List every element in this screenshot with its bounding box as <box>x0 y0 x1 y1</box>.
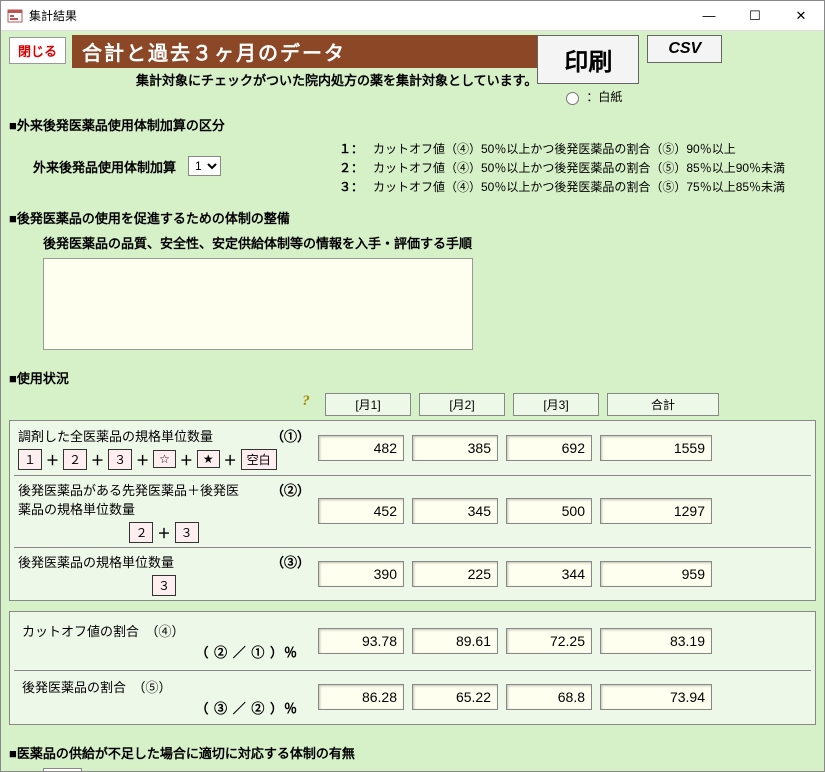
category-box: ３ <box>108 449 132 470</box>
category-box: ２ <box>63 449 87 470</box>
kubun-row-text: カットオフ値（④）50％以上かつ後発医薬品の割合（⑤）90％以上 <box>373 140 736 159</box>
blank-radio-label: ：白紙 <box>586 88 622 105</box>
value-cell[interactable]: 482 <box>318 435 404 461</box>
kubun-row-num: ３： <box>339 178 373 197</box>
category-box: ★ <box>197 450 220 468</box>
ratio-row-1: カットオフ値の割合 （④） （ ② ／ ① ）％ 93.78 89.61 72.… <box>14 616 811 666</box>
ratio-label: 後発医薬品の割合 （⑤） <box>22 677 306 696</box>
value-cell[interactable]: 500 <box>506 498 592 524</box>
minimize-button[interactable]: — <box>686 1 732 31</box>
usage-row-marker: （③） <box>271 552 310 571</box>
kubun-select[interactable]: 1 <box>188 156 221 176</box>
col-head-m2: [月2] <box>419 393 505 416</box>
usage-row-2: 後発医薬品がある先発医薬品＋後発医薬品の規格単位数量 （②） ２＋ ３ 452 … <box>14 475 811 543</box>
usage-row-3: 後発医薬品の規格単位数量 （③） ３ 390 225 344 959 <box>14 547 811 596</box>
ratio-block: カットオフ値の割合 （④） （ ② ／ ① ）％ 93.78 89.61 72.… <box>9 611 816 725</box>
kubun-heading: ■外来後発医薬品使用体制加算の区分 <box>9 115 816 134</box>
value-cell-total[interactable]: 959 <box>600 561 712 587</box>
close-window-button[interactable]: ✕ <box>778 1 824 31</box>
value-cell[interactable]: 390 <box>318 561 404 587</box>
usage-block: 調剤した全医薬品の規格単位数量 （①） １＋ ２＋ ３＋ ☆＋ ★＋ 空白 48… <box>9 420 816 601</box>
ratio-label: カットオフ値の割合 （④） <box>22 621 306 640</box>
value-cell[interactable]: 86.28 <box>318 684 404 710</box>
value-cell[interactable]: 345 <box>412 498 498 524</box>
kubun-left-label: 外来後発品使用体制加算 <box>33 157 176 176</box>
ratio-row-2: 後発医薬品の割合 （⑤） （ ③ ／ ② ）％ 86.28 65.22 68.8… <box>14 670 811 720</box>
print-button[interactable]: 印刷 <box>537 35 639 84</box>
kubun-row-text: カットオフ値（④）50％以上かつ後発医薬品の割合（⑤）75％以上85％未満 <box>373 178 785 197</box>
category-box: 空白 <box>241 449 277 470</box>
value-cell[interactable]: 65.22 <box>412 684 498 710</box>
close-button[interactable]: 閉じる <box>9 37 66 64</box>
category-box: ２ <box>129 522 153 543</box>
usage-row-marker: （①） <box>271 426 310 445</box>
csv-button[interactable]: CSV <box>647 35 722 63</box>
value-cell-total[interactable]: 83.19 <box>600 628 712 654</box>
content-area: 閉じる 合計と過去３ヶ月のデータ 集計対象にチェックがついた院内処方の薬を集計対… <box>1 31 824 771</box>
category-box: ３ <box>175 522 199 543</box>
page-title: 合計と過去３ヶ月のデータ <box>72 35 537 68</box>
usage-row-label: 後発医薬品がある先発医薬品＋後発医薬品の規格単位数量 <box>18 480 248 518</box>
value-cell-total[interactable]: 73.94 <box>600 684 712 710</box>
value-cell[interactable]: 68.8 <box>506 684 592 710</box>
seibi-sub: 後発医薬品の品質、安全性、安定供給体制等の情報を入手・評価する手順 <box>9 233 816 252</box>
kubun-row-num: ２： <box>339 159 373 178</box>
category-box: ☆ <box>153 450 176 468</box>
value-cell[interactable]: 452 <box>318 498 404 524</box>
kubun-row-num: １： <box>339 140 373 159</box>
help-icon[interactable]: ? <box>297 393 315 411</box>
ratio-sub: （ ③ ／ ② ）％ <box>22 698 306 717</box>
value-cell[interactable]: 72.25 <box>506 628 592 654</box>
value-cell[interactable]: 692 <box>506 435 592 461</box>
value-cell[interactable]: 93.78 <box>318 628 404 654</box>
supply-select[interactable]: 有 <box>43 768 82 771</box>
category-box: １ <box>18 449 42 470</box>
ratio-sub: （ ② ／ ① ）％ <box>22 642 306 661</box>
category-box: ３ <box>152 575 176 596</box>
usage-row-1: 調剤した全医薬品の規格単位数量 （①） １＋ ２＋ ３＋ ☆＋ ★＋ 空白 48… <box>14 425 811 471</box>
usage-row-marker: （②） <box>271 480 310 518</box>
usage-row-label: 調剤した全医薬品の規格単位数量 <box>18 426 213 445</box>
procedure-textarea[interactable] <box>43 258 473 350</box>
seibi-heading: ■後発医薬品の使用を促進するための体制の整備 <box>9 208 816 227</box>
value-cell[interactable]: 225 <box>412 561 498 587</box>
app-window: 集計結果 — ☐ ✕ 閉じる 合計と過去３ヶ月のデータ 集計対象にチェックがつい… <box>0 0 825 772</box>
page-subtitle: 集計対象にチェックがついた院内処方の薬を集計対象としています。 <box>136 70 537 89</box>
usage-row-label: 後発医薬品の規格単位数量 <box>18 552 174 571</box>
supply-heading: ■医薬品の供給が不足した場合に適切に対応する体制の有無 <box>9 743 816 762</box>
value-cell[interactable]: 385 <box>412 435 498 461</box>
col-head-m1: [月1] <box>325 393 411 416</box>
usage-heading: ■使用状況 <box>9 368 69 387</box>
kubun-row-text: カットオフ値（④）50％以上かつ後発医薬品の割合（⑤）85％以上90％未満 <box>373 159 785 178</box>
titlebar: 集計結果 — ☐ ✕ <box>1 1 824 31</box>
value-cell[interactable]: 89.61 <box>412 628 498 654</box>
blank-radio[interactable] <box>566 92 579 105</box>
value-cell-total[interactable]: 1559 <box>600 435 712 461</box>
app-icon <box>7 8 23 24</box>
col-head-total: 合計 <box>607 393 719 416</box>
value-cell[interactable]: 344 <box>506 561 592 587</box>
maximize-button[interactable]: ☐ <box>732 1 778 31</box>
window-title: 集計結果 <box>29 7 686 24</box>
value-cell-total[interactable]: 1297 <box>600 498 712 524</box>
col-head-m3: [月3] <box>513 393 599 416</box>
